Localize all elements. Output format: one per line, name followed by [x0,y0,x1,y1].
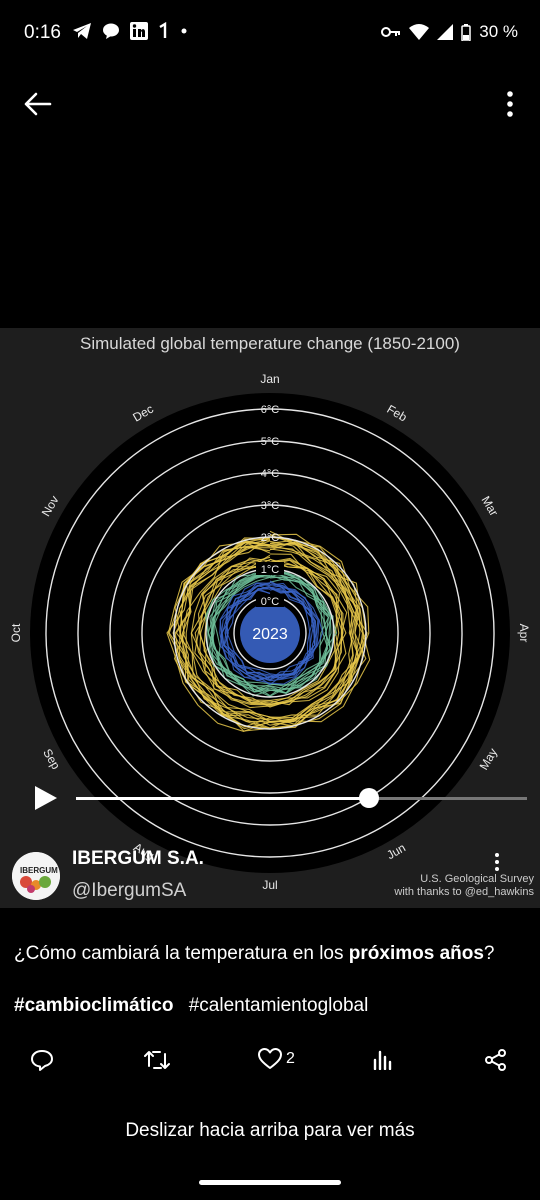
share-button[interactable] [484,1048,508,1072]
video-progress-thumb[interactable] [359,788,380,808]
reply-icon [31,1050,53,1071]
credit-line-2: with thanks to @ed_hawkins [394,886,534,898]
month-label: Jan [260,372,279,386]
vpn-key-icon [381,27,401,37]
hashtag-calentamientoglobal[interactable]: #calentamientoglobal [189,995,369,1016]
one-icon [159,22,167,38]
avatar[interactable]: IBERGUM [12,852,60,900]
battery-percent: 30 % [479,22,518,41]
video-progress-fill [76,797,370,800]
post-text-part-1: ¿Cómo cambiará la temperatura en los [14,943,349,964]
month-label: Dec [130,402,155,425]
month-label: Feb [384,402,409,425]
telegram-icon [73,23,91,39]
battery-icon [461,23,471,41]
video-player[interactable]: 6°C 5°C 4°C 3°C 2°C 1°C 0°C 2023 Jan Feb Mar Apr May… [0,328,540,908]
avatar-logo-icon: IBERGUM [12,852,60,900]
month-label: Apr [517,624,531,643]
month-label: Sep [40,746,63,772]
views-button[interactable] [372,1048,394,1070]
wifi-icon [409,24,430,40]
video-title: Simulated global temperature change (185… [80,334,460,353]
dot-icon [181,28,187,34]
month-label: Nov [39,493,62,518]
ring-label: 1°C [261,564,280,576]
linkedin-icon [130,22,148,40]
ring-label: 5°C [261,436,280,448]
video-credit: U.S. Geological Survey with thanks to @e… [394,873,534,899]
play-icon[interactable] [30,783,60,813]
status-bar: 0:16 30 % [0,0,540,68]
heart-icon [258,1048,282,1069]
share-icon [485,1049,506,1071]
temperature-spiral-chart: 6°C 5°C 4°C 3°C 2°C 1°C 0°C 2023 Jan Feb Mar Apr May… [9,372,531,892]
month-label: Oct [9,623,23,642]
hashtag-cambioclimatico[interactable]: #cambioclimático [14,995,173,1016]
ring-label: 2°C [261,532,280,544]
post-text-bold: próximos años [348,943,484,964]
ring-label: 4°C [261,468,280,480]
status-right: 30 % [381,22,518,42]
month-label: Jul [262,878,277,892]
account-name[interactable]: IBERGUM S.A. [72,848,204,870]
ring-label: 3°C [261,500,280,512]
avatar-text: IBERGUM [20,866,58,875]
notification-icons [72,22,188,40]
year-label: 2023 [252,626,288,643]
chat-bubble-icon [103,23,119,39]
ring-label: 0°C [261,596,280,608]
retweet-icon [144,1051,170,1069]
swipe-up-hint[interactable]: Deslizar hacia arriba para ver más [0,1120,540,1142]
status-time: 0:16 [24,22,61,43]
more-options-icon[interactable] [500,86,520,122]
like-button[interactable]: 2 [258,1048,295,1070]
home-indicator[interactable] [199,1180,341,1185]
month-label: Jun [384,840,408,862]
top-bar [0,76,540,132]
reply-button[interactable] [30,1048,54,1072]
post-text: ¿Cómo cambiará la temperatura en los pró… [14,940,524,967]
action-bar: 2 [0,1042,540,1082]
video-progress-bar[interactable] [76,788,527,808]
ring-label: 6°C [261,404,280,416]
retweet-button[interactable] [144,1048,170,1072]
account-handle[interactable]: @IbergumSA [72,880,186,902]
credit-line-1: U.S. Geological Survey [420,873,534,885]
like-count: 2 [286,1050,295,1067]
post-text-part-2: ? [483,943,495,964]
month-label: Mar [479,494,501,519]
bar-chart-icon [373,1050,392,1070]
month-label: May [477,746,500,773]
back-arrow-icon[interactable] [20,88,56,120]
signal-icon [437,24,454,40]
hashtags: #cambioclimático #calentamientoglobal [14,995,378,1017]
video-more-icon[interactable] [492,852,502,872]
